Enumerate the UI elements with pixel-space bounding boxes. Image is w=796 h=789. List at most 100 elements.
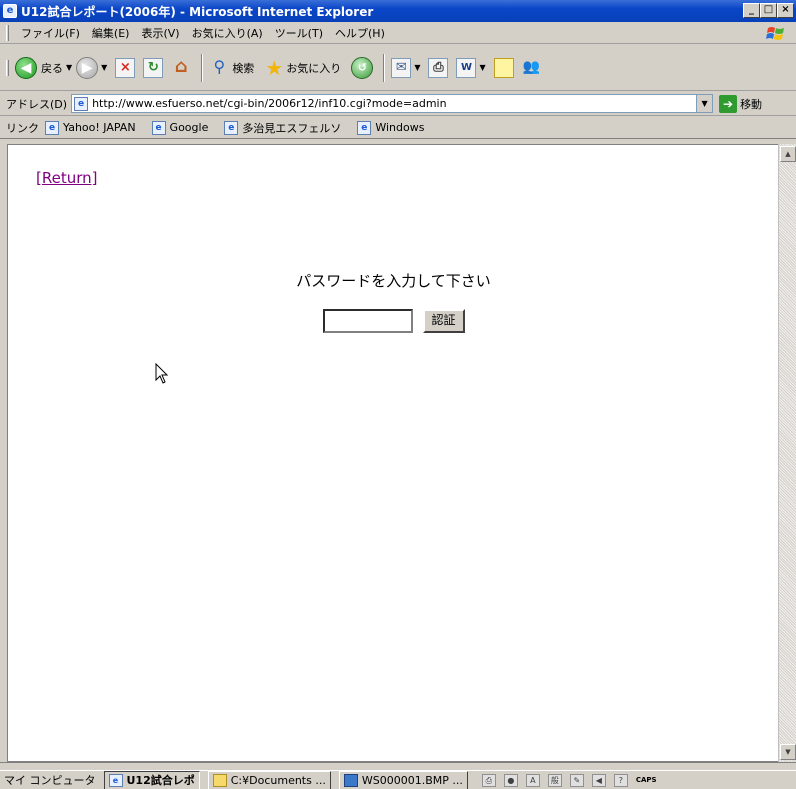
- address-input[interactable]: e http://www.esfuerso.net/cgi-bin/2006r1…: [71, 94, 714, 113]
- chevron-down-icon[interactable]: ▼: [101, 63, 107, 72]
- tray-ime-icon[interactable]: 般: [547, 773, 562, 787]
- forward-button[interactable]: ▶ ▼: [76, 56, 107, 79]
- favorites-button[interactable]: ★ お気に入り: [264, 58, 341, 78]
- ie-icon: e: [108, 773, 123, 787]
- mail-button[interactable]: ✉ ▼: [391, 57, 420, 78]
- link-yahoo[interactable]: e Yahoo! JAPAN: [43, 120, 136, 135]
- link-google[interactable]: e Google: [150, 120, 209, 135]
- messenger-icon: 👥: [522, 58, 541, 75]
- messenger-button[interactable]: 👥: [522, 58, 542, 78]
- title-bar: e U12試合レポート(2006年) - Microsoft Internet …: [0, 0, 796, 22]
- tray-volume-icon[interactable]: ◀: [591, 773, 606, 787]
- page-icon: e: [74, 96, 89, 111]
- link-label: 多治見エスフェルソ: [242, 121, 342, 135]
- scroll-down-icon[interactable]: ▼: [780, 744, 796, 760]
- menu-edit[interactable]: 編集(E): [86, 25, 136, 41]
- scroll-up-icon[interactable]: ▲: [780, 146, 796, 162]
- standard-toolbar: ◀ 戻る ▼ ▶ ▼ × ↻ ⌂ ⚲ 検索 ★ お気に入り ↺ ✉ ▼ ⎙ W …: [0, 45, 796, 91]
- taskbar-label: マイ コンピュータ: [4, 774, 96, 787]
- auth-button[interactable]: 認証: [422, 309, 465, 333]
- search-button[interactable]: ⚲ 検索: [209, 56, 254, 78]
- back-button[interactable]: ◀ 戻る ▼: [15, 56, 72, 79]
- menu-bar: ファイル(F) 編集(E) 表示(V) お気に入り(A) ツール(T) ヘルプ(…: [0, 22, 796, 44]
- task-bmp-file[interactable]: WS000001.BMP ...: [338, 771, 468, 789]
- printer-icon: ⎙: [428, 57, 449, 78]
- go-label: 移動: [740, 97, 763, 111]
- mouse-pointer-icon: [155, 363, 169, 384]
- menu-view[interactable]: 表示(V): [135, 25, 185, 41]
- history-button[interactable]: ↺: [351, 56, 374, 79]
- link-esfuerso[interactable]: e 多治見エスフェルソ: [222, 120, 341, 136]
- address-bar: アドレス(D) e http://www.esfuerso.net/cgi-bi…: [0, 92, 796, 116]
- toolbar-grip[interactable]: [6, 24, 9, 41]
- return-link[interactable]: [Return]: [36, 169, 97, 187]
- window-title: U12試合レポート(2006年) - Microsoft Internet Ex…: [21, 4, 374, 19]
- window-controls: _ □ ×: [743, 3, 794, 18]
- tray-tool-icon[interactable]: ✎: [569, 773, 584, 787]
- link-label: Google: [169, 121, 209, 134]
- page-content: [Return] パスワードを入力して下さい 認証: [7, 144, 778, 762]
- link-label: Windows: [375, 121, 425, 134]
- search-icon: ⚲: [213, 56, 226, 76]
- home-button[interactable]: ⌂: [171, 55, 191, 78]
- password-prompt: パスワードを入力して下さい: [296, 272, 491, 290]
- minimize-button[interactable]: _: [743, 3, 760, 18]
- discuss-button[interactable]: [493, 57, 514, 78]
- star-icon: ★: [265, 55, 284, 80]
- links-label: リンク: [6, 121, 39, 135]
- refresh-icon: ↻: [143, 57, 164, 78]
- status-bar: [0, 762, 796, 770]
- home-icon: ⌂: [174, 55, 188, 77]
- print-button[interactable]: ⎙: [428, 57, 449, 78]
- windows-logo-icon: [766, 27, 784, 40]
- maximize-button[interactable]: □: [760, 3, 777, 18]
- password-form: 認証: [8, 309, 779, 333]
- refresh-button[interactable]: ↻: [143, 57, 164, 78]
- back-arrow-icon: ◀: [15, 56, 37, 79]
- chevron-down-icon[interactable]: ▼: [696, 95, 713, 112]
- caps-indicator: CAPS: [635, 776, 657, 784]
- page-icon: e: [45, 120, 59, 135]
- tray-printer-icon[interactable]: ⎙: [481, 773, 496, 787]
- page-icon: e: [357, 120, 372, 135]
- link-windows[interactable]: e Windows: [355, 120, 425, 135]
- task-label: WS000001.BMP ...: [361, 773, 463, 787]
- toolbar-grip[interactable]: [6, 59, 9, 76]
- toolbar-divider: [383, 53, 386, 82]
- tray-text-icon[interactable]: A: [525, 773, 540, 787]
- address-url[interactable]: http://www.esfuerso.net/cgi-bin/2006r12/…: [92, 97, 447, 110]
- password-input[interactable]: [322, 309, 413, 333]
- task-documents-folder[interactable]: C:¥Documents ...: [207, 771, 331, 789]
- ie-icon: e: [3, 4, 17, 18]
- go-arrow-icon: ➔: [719, 94, 738, 113]
- chevron-down-icon[interactable]: ▼: [479, 63, 485, 72]
- image-file-icon: [343, 773, 358, 787]
- page-icon: e: [151, 120, 166, 135]
- forward-arrow-icon: ▶: [76, 56, 99, 79]
- toolbar-divider: [201, 53, 204, 82]
- system-tray: ⎙ ● A 般 ✎ ◀ ? CAPS: [481, 773, 657, 787]
- close-button[interactable]: ×: [777, 3, 794, 18]
- taskbar: マイ コンピュータ e U12試合レポ C:¥Documents ... WS0…: [0, 770, 796, 789]
- chevron-down-icon[interactable]: ▼: [66, 63, 72, 72]
- favorites-label: お気に入り: [286, 61, 342, 75]
- note-icon: [493, 57, 514, 78]
- go-button[interactable]: ➔ 移動: [719, 94, 763, 113]
- menu-tools[interactable]: ツール(T): [269, 25, 329, 41]
- tray-network-icon[interactable]: ●: [503, 773, 518, 787]
- edit-button[interactable]: W ▼: [456, 57, 486, 78]
- folder-icon: [212, 773, 227, 787]
- mail-icon: ✉: [391, 57, 412, 78]
- chevron-down-icon[interactable]: ▼: [414, 63, 420, 72]
- address-label: アドレス(D): [6, 97, 68, 111]
- task-ie-window[interactable]: e U12試合レポ: [103, 771, 200, 789]
- task-label: U12試合レポ: [126, 774, 195, 787]
- history-icon: ↺: [351, 56, 374, 79]
- task-label: C:¥Documents ...: [230, 773, 326, 787]
- stop-button[interactable]: ×: [115, 57, 136, 78]
- vertical-scrollbar[interactable]: ▲ ▼: [778, 144, 796, 762]
- menu-file[interactable]: ファイル(F): [15, 25, 86, 41]
- menu-favorites[interactable]: お気に入り(A): [186, 25, 269, 41]
- menu-help[interactable]: ヘルプ(H): [329, 25, 391, 41]
- help-icon[interactable]: ?: [613, 773, 628, 787]
